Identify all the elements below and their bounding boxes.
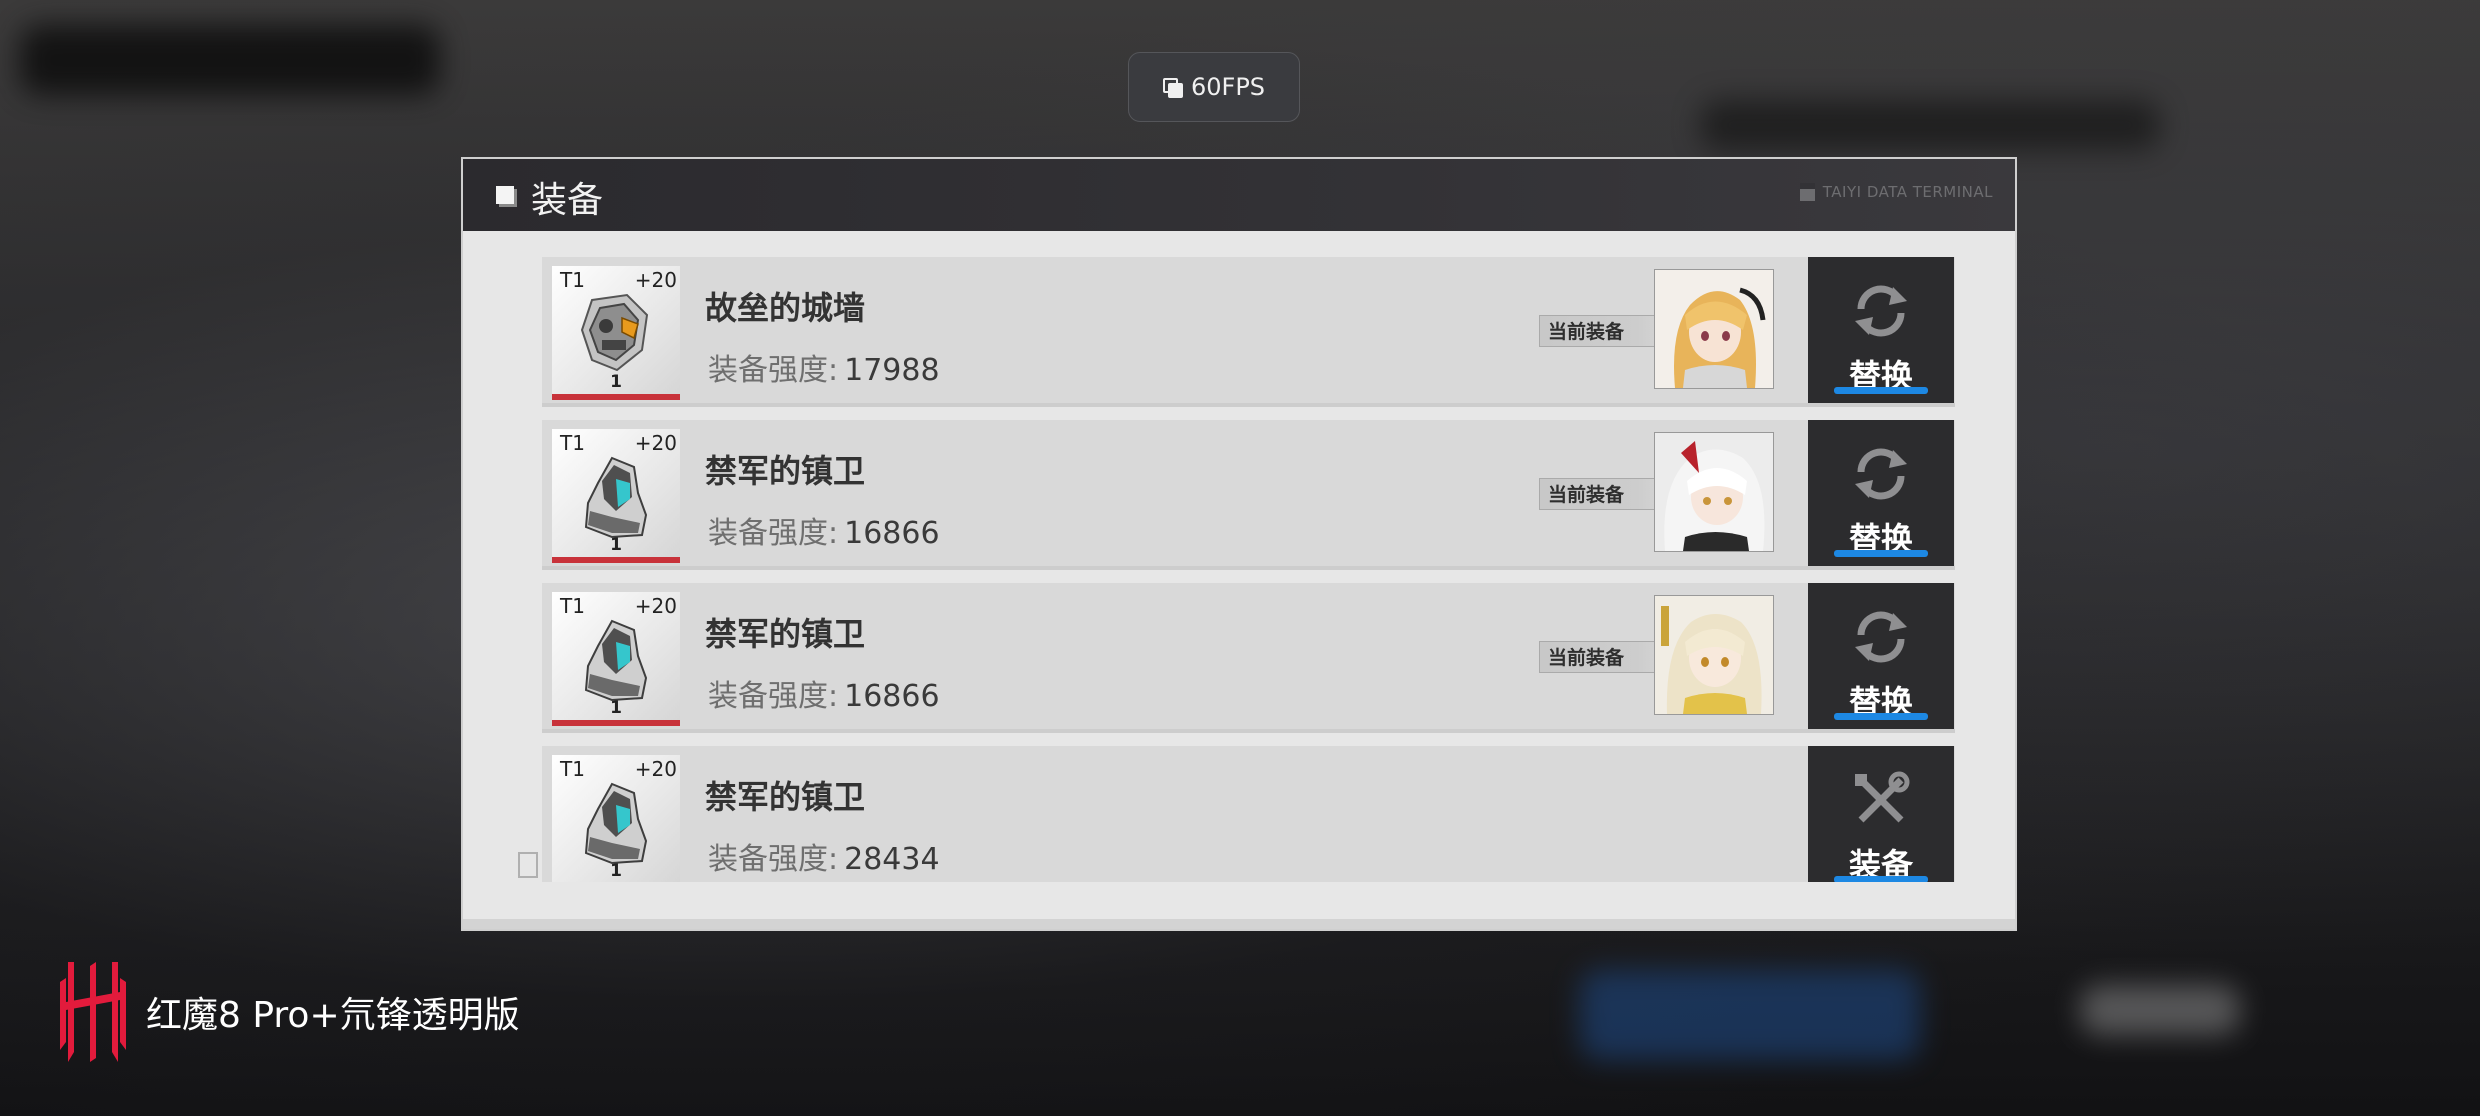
item-count: 1	[610, 698, 622, 718]
equipment-name: 禁军的镇卫	[705, 778, 866, 816]
equipment-item-icon[interactable]: T1 +20 1	[552, 755, 680, 882]
character-portrait[interactable]	[1654, 269, 1774, 389]
tier-label: T1	[560, 757, 585, 781]
equipment-list[interactable]: T1 +20 1 故垒的城墙 装备强度: 17988 当前装备 替换 T1 +2…	[542, 257, 1955, 882]
tier-label: T1	[560, 431, 585, 455]
terminal-text: TAIYI DATA TERMINAL	[1822, 183, 1993, 201]
replace-button[interactable]: 替换	[1808, 257, 1954, 403]
equipment-panel: 装备 TAIYI DATA TERMINAL T1 +20 1 故垒的城墙 装备…	[463, 159, 2015, 929]
copy-icon	[1162, 78, 1183, 98]
refresh-icon	[1855, 285, 1907, 337]
stat-label: 装备强度:	[708, 842, 839, 877]
equipment-row[interactable]: T1 +20 1 禁军的镇卫 装备强度: 16866 当前装备 替换	[542, 583, 1955, 733]
level-label: +20	[634, 431, 677, 455]
button-underline	[1834, 550, 1928, 557]
panel-title: 装备	[531, 180, 604, 221]
device-watermark: 红魔8 Pro+氘锋透明版	[58, 962, 520, 1062]
equipment-item-icon[interactable]: T1 +20 1	[552, 592, 680, 726]
document-icon[interactable]	[518, 852, 538, 878]
terminal-label: TAIYI DATA TERMINAL	[1799, 183, 1993, 201]
button-underline	[1834, 387, 1928, 394]
equipment-stat: 装备强度: 17988	[708, 345, 940, 389]
stat-value: 16866	[844, 679, 940, 714]
item-count: 1	[610, 372, 622, 392]
terminal-icon	[1799, 183, 1815, 201]
fps-counter: 60FPS	[1128, 52, 1300, 122]
equipment-item-icon[interactable]: T1 +20 1	[552, 429, 680, 563]
level-label: +20	[634, 757, 677, 781]
character-portrait[interactable]	[1654, 432, 1774, 552]
refresh-icon	[1855, 611, 1907, 663]
red-magic-logo	[60, 962, 126, 1062]
character-portrait[interactable]	[1654, 595, 1774, 715]
equip-button[interactable]: 装备	[1808, 746, 1954, 882]
fps-label: 60FPS	[1190, 73, 1266, 101]
level-label: +20	[634, 594, 677, 618]
equipment-row[interactable]: T1 +20 1 禁军的镇卫 装备强度: 28434 装备	[542, 746, 1955, 882]
level-label: +20	[634, 268, 677, 292]
background-blur-shape	[2080, 985, 2240, 1035]
armor-plate-icon	[580, 293, 649, 372]
tools-icon	[1855, 771, 1910, 823]
stat-label: 装备强度:	[708, 353, 839, 388]
equipment-item-icon[interactable]: T1 +20 1	[552, 266, 680, 400]
stat-value: 16866	[844, 516, 940, 551]
button-underline	[1834, 876, 1928, 882]
greave-armor-icon	[584, 782, 648, 865]
equipment-name: 禁军的镇卫	[705, 452, 866, 490]
equipment-stat: 装备强度: 16866	[708, 671, 940, 715]
stat-label: 装备强度:	[708, 516, 839, 551]
tier-label: T1	[560, 594, 585, 618]
equipment-name: 禁军的镇卫	[705, 615, 866, 653]
background-blur-shape	[1580, 970, 1920, 1060]
stat-value: 28434	[844, 842, 940, 877]
refresh-icon	[1855, 448, 1907, 500]
greave-armor-icon	[584, 619, 648, 702]
item-count: 1	[610, 861, 622, 881]
tier-label: T1	[560, 268, 585, 292]
stat-label: 装备强度:	[708, 679, 839, 714]
panel-bottom-edge	[463, 919, 2015, 929]
equipment-row[interactable]: T1 +20 1 故垒的城墙 装备强度: 17988 当前装备 替换	[542, 257, 1955, 407]
equipment-stat: 装备强度: 16866	[708, 508, 940, 552]
equipment-row[interactable]: T1 +20 1 禁军的镇卫 装备强度: 16866 当前装备 替换	[542, 420, 1955, 570]
header-square-icon	[496, 186, 514, 204]
stat-value: 17988	[844, 353, 940, 388]
item-count: 1	[610, 535, 622, 555]
equipment-name: 故垒的城墙	[705, 289, 866, 327]
replace-button[interactable]: 替换	[1808, 420, 1954, 566]
panel-header: 装备 TAIYI DATA TERMINAL	[463, 159, 2015, 231]
background-blur-shape	[20, 25, 440, 95]
greave-armor-icon	[584, 456, 648, 539]
device-name: 红魔8 Pro+氘锋透明版	[146, 995, 520, 1036]
background-blur-shape	[1700, 100, 2160, 150]
replace-button[interactable]: 替换	[1808, 583, 1954, 729]
button-underline	[1834, 713, 1928, 720]
equipment-stat: 装备强度: 28434	[708, 834, 940, 878]
